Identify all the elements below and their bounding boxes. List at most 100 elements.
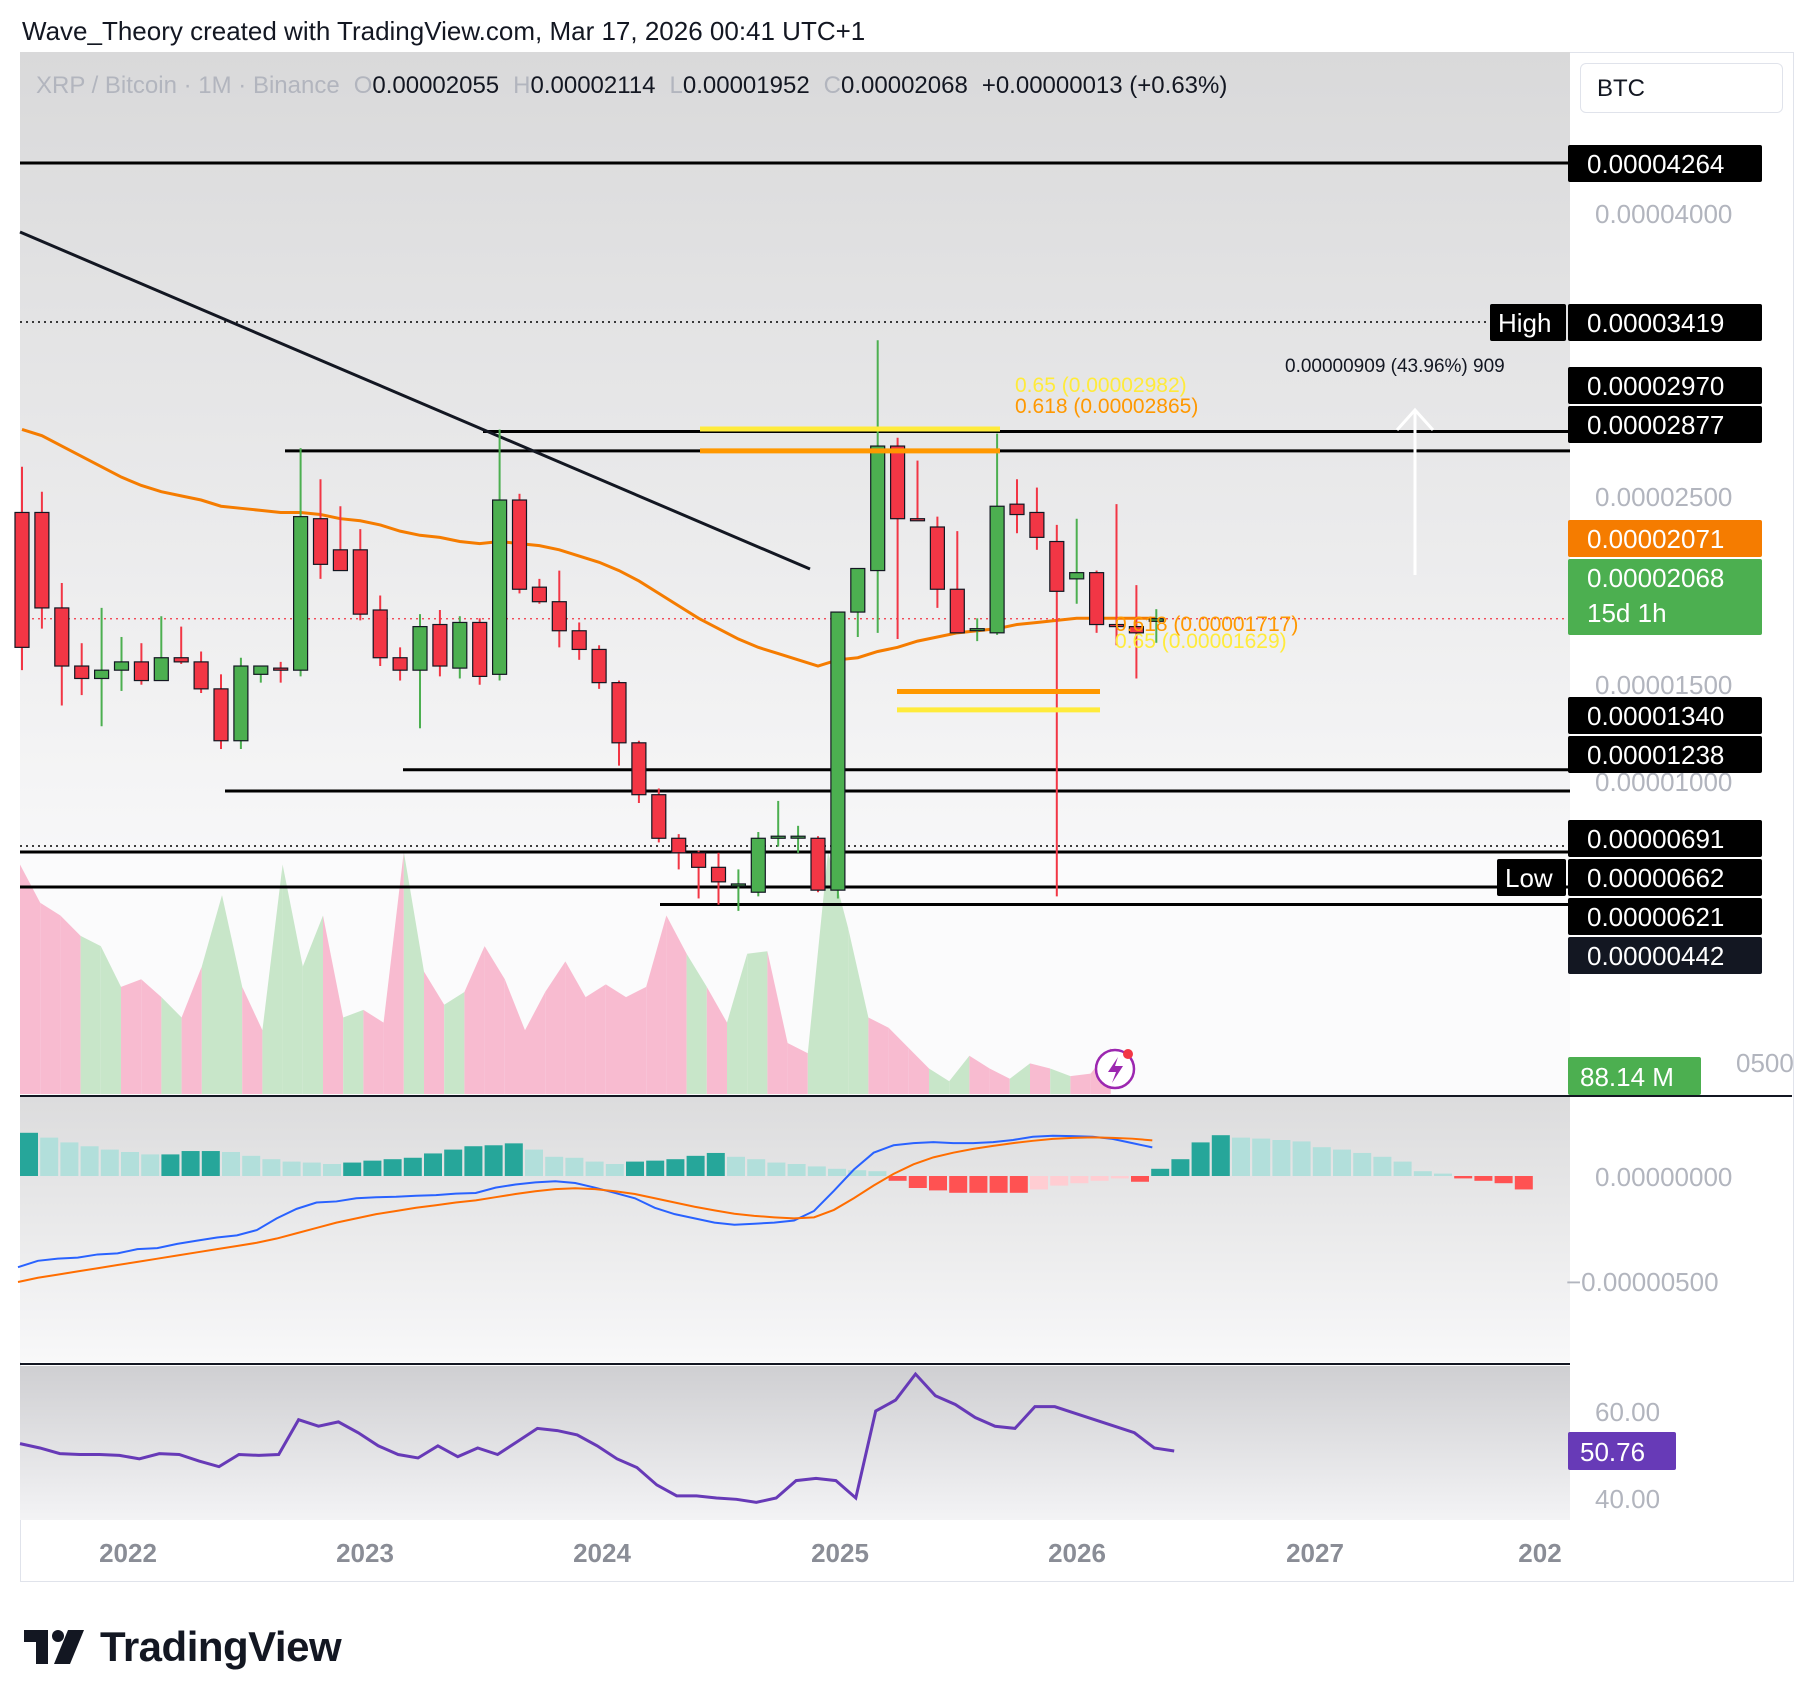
macd-pane-background bbox=[20, 1097, 1570, 1362]
candle-body bbox=[93, 669, 110, 680]
time-axis-tick: 2026 bbox=[1048, 1538, 1106, 1568]
candle-body bbox=[352, 549, 368, 615]
macd-histogram-bar bbox=[504, 1143, 523, 1176]
price-level-countdown: 15d 1h bbox=[1587, 598, 1667, 628]
macd-histogram-bar bbox=[1252, 1138, 1271, 1176]
volume-area-segment bbox=[40, 902, 61, 1094]
candle-body bbox=[54, 607, 70, 667]
macd-histogram-bar bbox=[747, 1159, 766, 1176]
tradingview-logo[interactable]: TradingView bbox=[24, 1622, 342, 1672]
candle-body bbox=[591, 648, 607, 684]
macd-histogram-bar bbox=[242, 1155, 261, 1176]
candle-body bbox=[870, 445, 886, 572]
candle-body bbox=[432, 623, 448, 667]
time-axis-tick: 2023 bbox=[336, 1538, 394, 1568]
macd-histogram-bar bbox=[302, 1162, 321, 1176]
candle-body bbox=[492, 499, 508, 675]
time-axis: 2022 2023 2024 2025 2026 2027 202 bbox=[99, 1538, 1562, 1568]
candle-body bbox=[34, 511, 50, 609]
candle-body bbox=[74, 665, 90, 680]
candle-body bbox=[1029, 511, 1045, 538]
candle-body bbox=[710, 866, 727, 883]
volume-area-segment bbox=[20, 864, 41, 1094]
candle-body bbox=[153, 657, 169, 682]
alert-clock-icon bbox=[1094, 1048, 1136, 1090]
candle-body bbox=[133, 661, 149, 682]
candle-body bbox=[929, 526, 946, 590]
macd-histogram-bar bbox=[1353, 1152, 1372, 1176]
macd-histogram-bar bbox=[686, 1155, 705, 1176]
symbol-info-bar[interactable]: XRP / Bitcoin · 1M · Binance O0.00002055 H… bbox=[36, 72, 1227, 100]
macd-histogram-bar bbox=[787, 1164, 806, 1176]
candle-body bbox=[372, 609, 388, 659]
macd-histogram-bar bbox=[1272, 1140, 1291, 1176]
candle-body bbox=[750, 837, 766, 893]
open-label: O bbox=[353, 72, 373, 99]
low-label: L bbox=[669, 72, 683, 99]
currency-selector[interactable]: BTC bbox=[1580, 63, 1783, 113]
macd-histogram-bar bbox=[989, 1176, 1008, 1193]
rsi-value-label: 50.76 bbox=[1580, 1437, 1645, 1467]
candle-body bbox=[690, 852, 707, 868]
macd-histogram-bar bbox=[807, 1166, 826, 1176]
volume-area-segment bbox=[626, 986, 647, 1094]
macd-histogram-bar bbox=[1050, 1176, 1069, 1186]
volume-area-segment bbox=[1030, 1063, 1051, 1094]
time-axis-tick: 2024 bbox=[573, 1538, 631, 1568]
macd-histogram-bar bbox=[1009, 1176, 1028, 1193]
candle-body bbox=[293, 516, 309, 671]
price-level-label: 0.00002071 bbox=[1587, 524, 1724, 554]
macd-histogram-bar bbox=[1090, 1176, 1109, 1181]
volume-area-segment bbox=[585, 984, 606, 1094]
macd-histogram-bar bbox=[1211, 1135, 1230, 1176]
tradingview-chart[interactable]: 0.65 (0.00002982)0.618 (0.00002865)0.618… bbox=[0, 0, 1812, 1704]
fib-label-0618-upper: 0.618 (0.00002865) bbox=[1015, 395, 1198, 418]
volume-area-segment bbox=[141, 979, 162, 1094]
macd-histogram-bar bbox=[201, 1151, 220, 1176]
candle-body bbox=[810, 837, 826, 891]
macd-histogram-bar bbox=[1171, 1159, 1190, 1176]
macd-histogram-bar bbox=[646, 1160, 665, 1176]
price-level-label: 0.00001238 bbox=[1587, 740, 1724, 770]
macd-histogram-bar bbox=[444, 1149, 463, 1176]
price-level-label: 0.00001340 bbox=[1587, 701, 1724, 731]
macd-histogram-bar bbox=[222, 1152, 240, 1176]
candle-body bbox=[253, 665, 269, 675]
macd-histogram-bar bbox=[525, 1149, 543, 1176]
macd-histogram-bar bbox=[383, 1159, 402, 1176]
macd-histogram-bar bbox=[323, 1164, 341, 1176]
candle-body bbox=[730, 883, 747, 887]
price-level-label: 0.00002877 bbox=[1587, 410, 1724, 440]
macd-histogram-bar bbox=[161, 1154, 180, 1176]
macd-histogram-bar bbox=[403, 1157, 422, 1176]
candle-body bbox=[989, 505, 1005, 634]
rsi-axis-40: 40.00 bbox=[1595, 1484, 1660, 1514]
volume-area-segment bbox=[605, 984, 626, 1094]
candle-body bbox=[611, 682, 627, 744]
candle-body bbox=[213, 688, 229, 742]
macd-histogram-bar bbox=[828, 1168, 846, 1176]
open-value: 0.00002055 bbox=[372, 72, 500, 99]
macd-axis-zero: 0.00000000 bbox=[1595, 1162, 1732, 1192]
fib-label-065-lower: 0.65 (0.00001629) bbox=[1115, 630, 1287, 653]
candle-body bbox=[830, 611, 846, 891]
macd-histogram-bar bbox=[727, 1156, 745, 1176]
volume-area-segment bbox=[363, 1009, 384, 1094]
macd-histogram-bar bbox=[1434, 1173, 1452, 1176]
macd-histogram-bar bbox=[949, 1176, 968, 1193]
candle-body bbox=[173, 657, 189, 663]
macd-histogram-bar bbox=[464, 1146, 483, 1176]
candle-body bbox=[571, 630, 587, 651]
macd-histogram-bar bbox=[80, 1146, 99, 1176]
price-level-label: 0.00000691 bbox=[1587, 824, 1724, 854]
macd-histogram-bar bbox=[585, 1161, 604, 1176]
macd-histogram-bar bbox=[424, 1153, 442, 1176]
macd-histogram-bar bbox=[262, 1159, 281, 1176]
candle-body bbox=[631, 742, 647, 796]
high-label: H bbox=[513, 72, 531, 99]
price-axis-tick: 0.00001500 bbox=[1595, 670, 1732, 700]
candle-body bbox=[969, 628, 985, 632]
macd-histogram-bar bbox=[605, 1164, 624, 1176]
volume-value-label: 88.14 M bbox=[1580, 1062, 1674, 1092]
time-axis-tick: 2025 bbox=[811, 1538, 869, 1568]
